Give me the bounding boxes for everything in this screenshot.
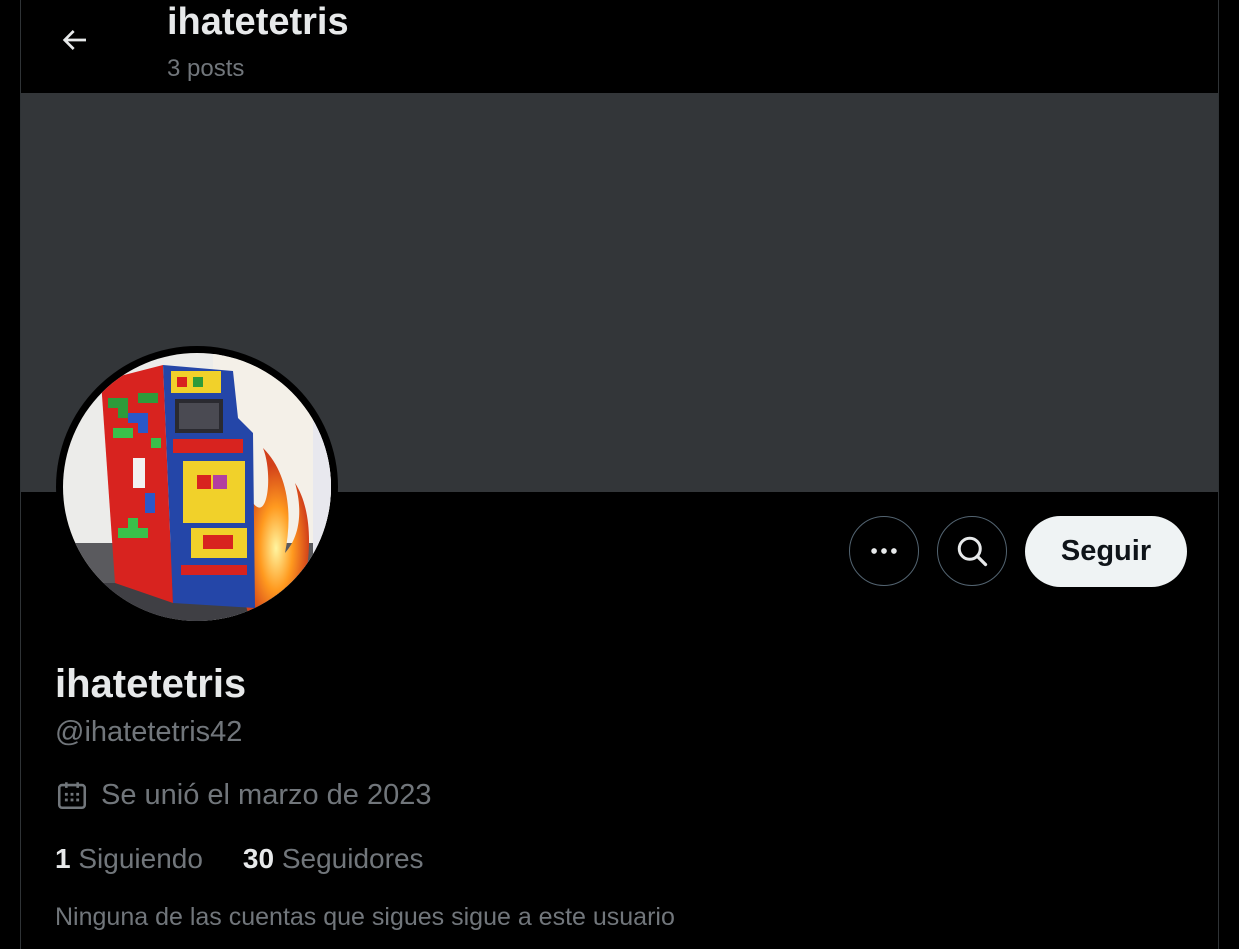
- join-date-text: Se unió el marzo de 2023: [101, 779, 432, 811]
- user-handle: @ihatetetris42: [55, 716, 243, 748]
- followers-link[interactable]: 30 Seguidores: [243, 842, 424, 876]
- more-horizontal-icon: [871, 548, 897, 554]
- follow-button[interactable]: Seguir: [1025, 516, 1187, 587]
- profile-column: ihatetetris 3 posts Seguir ihatetetris @…: [20, 0, 1219, 949]
- join-date: Se unió el marzo de 2023: [55, 778, 432, 812]
- search-profile-button[interactable]: [937, 516, 1007, 586]
- header-title: ihatetetris: [167, 1, 349, 43]
- top-bar: ihatetetris 3 posts: [21, 0, 1218, 93]
- search-icon: [957, 536, 988, 567]
- follow-stats: 1 Siguiendo 30 Seguidores: [55, 842, 464, 876]
- arrow-left-icon: [62, 30, 86, 50]
- avatar-image: [63, 353, 331, 621]
- avatar[interactable]: [56, 346, 338, 628]
- header-post-count: 3 posts: [167, 55, 245, 82]
- back-button[interactable]: [54, 20, 94, 60]
- display-name: ihatetetris: [55, 662, 247, 706]
- following-link[interactable]: 1 Siguiendo: [55, 842, 203, 876]
- following-label: Siguiendo: [78, 843, 203, 874]
- more-button[interactable]: [849, 516, 919, 586]
- following-count: 1: [55, 843, 71, 874]
- followers-label: Seguidores: [281, 843, 424, 874]
- followers-count: 30: [242, 843, 275, 874]
- calendar-icon: [55, 778, 89, 812]
- mutual-followers-note: Ninguna de las cuentas que sigues sigue …: [55, 903, 675, 931]
